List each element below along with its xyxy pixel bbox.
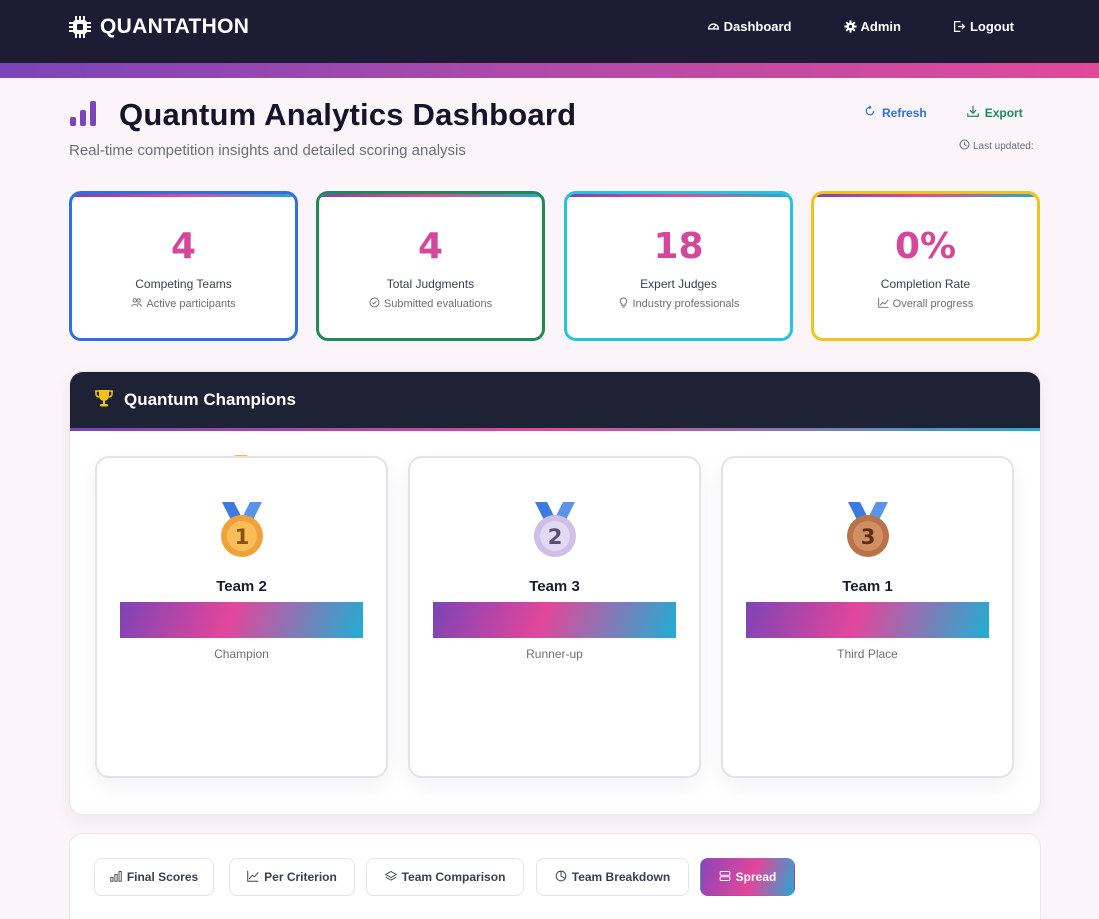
layers-icon	[384, 870, 397, 885]
nav-links: Dashboard Admin Logout	[707, 19, 1014, 34]
lightbulb-icon	[618, 297, 629, 311]
users-icon	[131, 297, 143, 311]
tab-team-breakdown[interactable]: Team Breakdown	[536, 858, 689, 896]
score-bar	[433, 602, 676, 638]
stat-card-teams: 4 Competing Teams Active participants	[69, 191, 298, 341]
tab-label: Final Scores	[126, 870, 199, 884]
nav-dashboard-link[interactable]: Dashboard	[707, 19, 792, 34]
brand-logo[interactable]: QUANTATHON	[68, 14, 249, 40]
bar-chart-icon	[110, 870, 122, 885]
podium-card-third[interactable]: 3 Team 1 Third Place	[721, 456, 1014, 778]
tab-final-scores[interactable]: Final Scores	[94, 858, 214, 896]
podium-card-first[interactable]: 1 Team 2 Champion	[95, 456, 388, 778]
stat-sub: Industry professionals	[567, 297, 790, 311]
tab-label: Spread	[735, 870, 777, 884]
chip-icon	[68, 15, 92, 39]
nav-gradient-stripe	[0, 63, 1099, 78]
page-title: Quantum Analytics Dashboard	[119, 97, 577, 132]
gauge-icon	[707, 20, 720, 33]
gear-icon	[843, 20, 857, 33]
champions-header: Quantum Champions	[70, 372, 1040, 428]
medal-rank: 3	[860, 525, 875, 549]
place-label: Champion	[214, 647, 269, 661]
tab-label: Team Comparison	[401, 870, 506, 884]
bronze-medal-icon: 3	[840, 498, 896, 564]
trend-icon	[877, 297, 889, 311]
tab-label: Per Criterion	[264, 870, 337, 884]
stat-label: Expert Judges	[640, 277, 717, 291]
champions-header-accent	[70, 428, 1040, 431]
spread-icon	[719, 870, 731, 885]
podium-card-second[interactable]: 2 Team 3 Runner-up	[408, 456, 701, 778]
stat-sub-text: Active participants	[146, 298, 236, 310]
export-button[interactable]: Export	[966, 105, 1023, 120]
tab-team-comparison[interactable]: Team Comparison	[366, 858, 524, 896]
stat-sub: Submitted evaluations	[319, 297, 542, 311]
silver-medal-icon: 2	[527, 498, 583, 564]
top-navbar: QUANTATHON Dashboard Admin Logout	[0, 0, 1099, 63]
last-updated: Last updated:	[959, 139, 1034, 153]
tab-spread[interactable]: Spread	[700, 858, 795, 896]
logout-icon	[953, 20, 966, 33]
stat-label: Competing Teams	[135, 277, 232, 291]
nav-admin-link[interactable]: Admin	[843, 19, 901, 34]
medal-rank: 2	[547, 525, 562, 549]
stat-sub: Overall progress	[814, 297, 1037, 311]
score-bar	[746, 602, 989, 638]
place-label: Third Place	[837, 647, 898, 661]
team-name: Team 1	[842, 578, 893, 595]
refresh-icon	[864, 105, 876, 120]
tab-label: Team Breakdown	[571, 870, 671, 884]
stat-value: 4	[417, 226, 444, 267]
line-chart-icon	[247, 870, 259, 885]
refresh-label: Refresh	[882, 105, 927, 120]
stat-card-judges: 18 Expert Judges Industry professionals	[564, 191, 793, 341]
bar-chart-icon	[69, 99, 97, 132]
stat-label: Total Judgments	[386, 277, 475, 291]
team-name: Team 2	[216, 578, 267, 595]
export-label: Export	[984, 105, 1023, 120]
place-label: Runner-up	[526, 647, 583, 661]
gold-medal-icon: 1	[214, 498, 270, 564]
pie-chart-icon	[555, 870, 567, 885]
team-name: Team 3	[529, 578, 580, 595]
champions-panel: Quantum Champions 1 Team 2 Champion 2 Te…	[69, 371, 1041, 815]
last-updated-label: Last updated:	[973, 140, 1034, 152]
nav-admin-label: Admin	[860, 19, 901, 34]
chart-panel: Final Scores Per Criterion Team Comparis…	[69, 833, 1041, 919]
clock-icon	[959, 139, 970, 153]
nav-logout-link[interactable]: Logout	[953, 19, 1014, 34]
download-icon	[966, 105, 979, 120]
page-subtitle: Real-time competition insights and detai…	[69, 142, 466, 159]
stat-value: 4	[170, 226, 197, 267]
stat-card-judgments: 4 Total Judgments Submitted evaluations	[316, 191, 545, 341]
stat-value: 18	[653, 226, 704, 267]
stat-sub-text: Overall progress	[892, 298, 974, 310]
stat-label: Completion Rate	[880, 277, 971, 291]
stat-sub-text: Industry professionals	[632, 298, 740, 310]
trophy-icon	[94, 388, 114, 413]
medal-rank: 1	[234, 525, 249, 549]
refresh-button[interactable]: Refresh	[864, 105, 927, 120]
page-header: Quantum Analytics Dashboard	[69, 97, 576, 133]
score-bar	[120, 602, 363, 638]
stat-sub: Active participants	[72, 297, 295, 311]
tab-per-criterion[interactable]: Per Criterion	[229, 858, 355, 896]
header-actions: Refresh Export	[864, 105, 1023, 120]
brand-name: QUANTATHON	[100, 15, 250, 38]
nav-logout-label: Logout	[969, 19, 1014, 34]
stat-value: 0%	[894, 226, 957, 267]
check-circle-icon	[369, 297, 380, 311]
champions-title: Quantum Champions	[124, 390, 296, 409]
nav-dashboard-label: Dashboard	[723, 19, 792, 34]
stat-card-completion: 0% Completion Rate Overall progress	[811, 191, 1040, 341]
stat-sub-text: Submitted evaluations	[383, 298, 493, 310]
